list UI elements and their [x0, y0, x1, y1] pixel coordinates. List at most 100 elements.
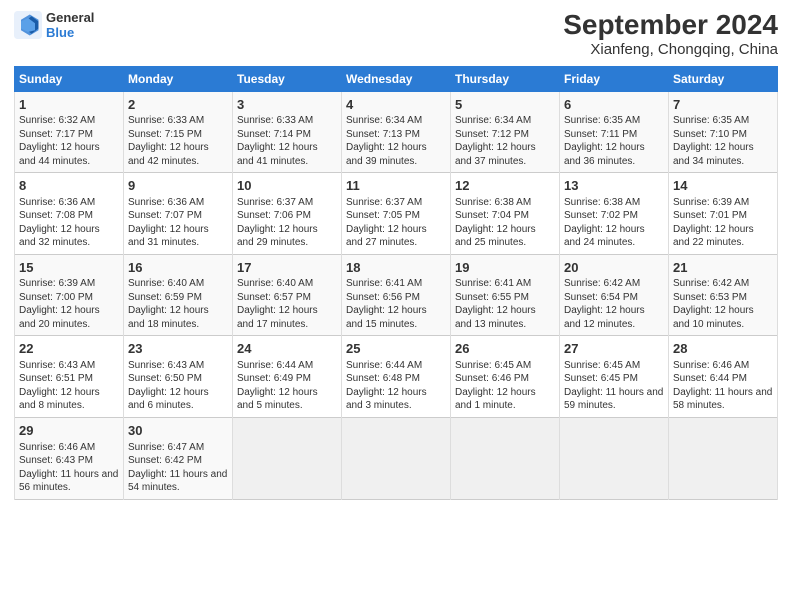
day-number: 15 — [19, 259, 119, 277]
calendar-cell: 17 Sunrise: 6:40 AM Sunset: 6:57 PM Dayl… — [233, 254, 342, 336]
sunset-label: Sunset: 7:06 PM — [237, 210, 311, 221]
day-number: 10 — [237, 177, 337, 195]
sunrise-label: Sunrise: 6:44 AM — [346, 360, 422, 371]
calendar-cell: 6 Sunrise: 6:35 AM Sunset: 7:11 PM Dayli… — [560, 91, 669, 173]
calendar-cell: 7 Sunrise: 6:35 AM Sunset: 7:10 PM Dayli… — [669, 91, 778, 173]
calendar-cell: 30 Sunrise: 6:47 AM Sunset: 6:42 PM Dayl… — [124, 417, 233, 499]
day-number: 24 — [237, 340, 337, 358]
header-row: Sunday Monday Tuesday Wednesday Thursday… — [15, 66, 778, 91]
sunrise-label: Sunrise: 6:45 AM — [455, 360, 531, 371]
col-saturday: Saturday — [669, 66, 778, 91]
day-number: 5 — [455, 96, 555, 114]
sunset-label: Sunset: 7:01 PM — [673, 210, 747, 221]
day-number: 9 — [128, 177, 228, 195]
daylight-label: Daylight: 12 hours and 20 minutes. — [19, 305, 100, 330]
calendar-cell: 12 Sunrise: 6:38 AM Sunset: 7:04 PM Dayl… — [451, 173, 560, 255]
day-number: 12 — [455, 177, 555, 195]
sunset-label: Sunset: 6:51 PM — [19, 373, 93, 384]
day-number: 6 — [564, 96, 664, 114]
calendar-cell: 19 Sunrise: 6:41 AM Sunset: 6:55 PM Dayl… — [451, 254, 560, 336]
sunrise-label: Sunrise: 6:35 AM — [564, 115, 640, 126]
calendar-cell: 10 Sunrise: 6:37 AM Sunset: 7:06 PM Dayl… — [233, 173, 342, 255]
calendar-subtitle: Xianfeng, Chongqing, China — [563, 41, 778, 58]
col-wednesday: Wednesday — [342, 66, 451, 91]
col-monday: Monday — [124, 66, 233, 91]
sunrise-label: Sunrise: 6:38 AM — [564, 197, 640, 208]
sunset-label: Sunset: 6:50 PM — [128, 373, 202, 384]
sunset-label: Sunset: 7:07 PM — [128, 210, 202, 221]
day-number: 25 — [346, 340, 446, 358]
sunrise-label: Sunrise: 6:34 AM — [455, 115, 531, 126]
day-number: 1 — [19, 96, 119, 114]
calendar-cell: 15 Sunrise: 6:39 AM Sunset: 7:00 PM Dayl… — [15, 254, 124, 336]
day-number: 26 — [455, 340, 555, 358]
sunrise-label: Sunrise: 6:40 AM — [128, 278, 204, 289]
daylight-label: Daylight: 12 hours and 25 minutes. — [455, 224, 536, 249]
daylight-label: Daylight: 11 hours and 58 minutes. — [673, 387, 772, 412]
sunset-label: Sunset: 7:13 PM — [346, 129, 420, 140]
calendar-table: Sunday Monday Tuesday Wednesday Thursday… — [14, 66, 778, 500]
sunset-label: Sunset: 6:46 PM — [455, 373, 529, 384]
sunset-label: Sunset: 6:44 PM — [673, 373, 747, 384]
sunset-label: Sunset: 6:45 PM — [564, 373, 638, 384]
sunrise-label: Sunrise: 6:34 AM — [346, 115, 422, 126]
sunset-label: Sunset: 7:10 PM — [673, 129, 747, 140]
day-number: 28 — [673, 340, 773, 358]
daylight-label: Daylight: 12 hours and 6 minutes. — [128, 387, 209, 412]
calendar-cell — [342, 417, 451, 499]
sunrise-label: Sunrise: 6:43 AM — [19, 360, 95, 371]
calendar-cell: 21 Sunrise: 6:42 AM Sunset: 6:53 PM Dayl… — [669, 254, 778, 336]
calendar-cell: 25 Sunrise: 6:44 AM Sunset: 6:48 PM Dayl… — [342, 336, 451, 418]
sunrise-label: Sunrise: 6:43 AM — [128, 360, 204, 371]
calendar-title: September 2024 — [563, 10, 778, 41]
calendar-cell — [451, 417, 560, 499]
day-number: 13 — [564, 177, 664, 195]
day-number: 17 — [237, 259, 337, 277]
sunset-label: Sunset: 7:00 PM — [19, 292, 93, 303]
sunset-label: Sunset: 6:43 PM — [19, 455, 93, 466]
day-number: 20 — [564, 259, 664, 277]
calendar-cell: 23 Sunrise: 6:43 AM Sunset: 6:50 PM Dayl… — [124, 336, 233, 418]
header: General Blue September 2024 Xianfeng, Ch… — [14, 10, 778, 58]
calendar-cell: 5 Sunrise: 6:34 AM Sunset: 7:12 PM Dayli… — [451, 91, 560, 173]
sunset-label: Sunset: 6:55 PM — [455, 292, 529, 303]
calendar-cell: 11 Sunrise: 6:37 AM Sunset: 7:05 PM Dayl… — [342, 173, 451, 255]
table-row: 1 Sunrise: 6:32 AM Sunset: 7:17 PM Dayli… — [15, 91, 778, 173]
calendar-cell: 9 Sunrise: 6:36 AM Sunset: 7:07 PM Dayli… — [124, 173, 233, 255]
table-row: 29 Sunrise: 6:46 AM Sunset: 6:43 PM Dayl… — [15, 417, 778, 499]
daylight-label: Daylight: 11 hours and 54 minutes. — [128, 469, 227, 494]
calendar-cell: 16 Sunrise: 6:40 AM Sunset: 6:59 PM Dayl… — [124, 254, 233, 336]
calendar-cell — [560, 417, 669, 499]
day-number: 19 — [455, 259, 555, 277]
daylight-label: Daylight: 12 hours and 12 minutes. — [564, 305, 645, 330]
sunrise-label: Sunrise: 6:47 AM — [128, 442, 204, 453]
sunrise-label: Sunrise: 6:42 AM — [673, 278, 749, 289]
logo: General Blue — [14, 10, 94, 40]
day-number: 22 — [19, 340, 119, 358]
calendar-cell: 13 Sunrise: 6:38 AM Sunset: 7:02 PM Dayl… — [560, 173, 669, 255]
sunset-label: Sunset: 6:42 PM — [128, 455, 202, 466]
daylight-label: Daylight: 12 hours and 5 minutes. — [237, 387, 318, 412]
calendar-cell: 1 Sunrise: 6:32 AM Sunset: 7:17 PM Dayli… — [15, 91, 124, 173]
sunset-label: Sunset: 7:05 PM — [346, 210, 420, 221]
logo-icon — [14, 11, 42, 39]
sunset-label: Sunset: 7:14 PM — [237, 129, 311, 140]
daylight-label: Daylight: 12 hours and 3 minutes. — [346, 387, 427, 412]
sunrise-label: Sunrise: 6:36 AM — [19, 197, 95, 208]
daylight-label: Daylight: 12 hours and 32 minutes. — [19, 224, 100, 249]
calendar-cell: 22 Sunrise: 6:43 AM Sunset: 6:51 PM Dayl… — [15, 336, 124, 418]
day-number: 2 — [128, 96, 228, 114]
sunrise-label: Sunrise: 6:41 AM — [455, 278, 531, 289]
daylight-label: Daylight: 12 hours and 34 minutes. — [673, 142, 754, 167]
day-number: 8 — [19, 177, 119, 195]
daylight-label: Daylight: 11 hours and 56 minutes. — [19, 469, 118, 494]
sunrise-label: Sunrise: 6:37 AM — [346, 197, 422, 208]
calendar-cell: 14 Sunrise: 6:39 AM Sunset: 7:01 PM Dayl… — [669, 173, 778, 255]
daylight-label: Daylight: 12 hours and 17 minutes. — [237, 305, 318, 330]
daylight-label: Daylight: 12 hours and 13 minutes. — [455, 305, 536, 330]
calendar-cell: 8 Sunrise: 6:36 AM Sunset: 7:08 PM Dayli… — [15, 173, 124, 255]
sunrise-label: Sunrise: 6:46 AM — [673, 360, 749, 371]
calendar-cell: 4 Sunrise: 6:34 AM Sunset: 7:13 PM Dayli… — [342, 91, 451, 173]
sunset-label: Sunset: 7:15 PM — [128, 129, 202, 140]
calendar-cell: 29 Sunrise: 6:46 AM Sunset: 6:43 PM Dayl… — [15, 417, 124, 499]
